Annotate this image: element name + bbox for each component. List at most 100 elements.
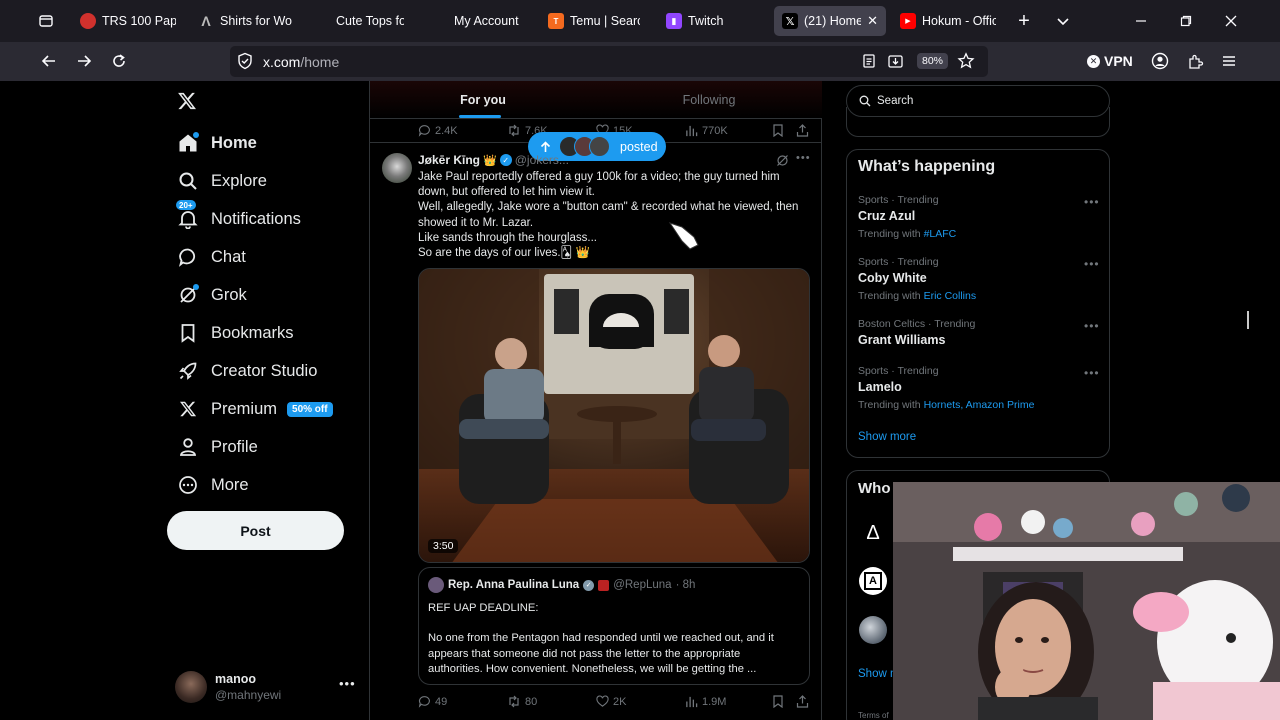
forward-arrow-icon[interactable] bbox=[73, 50, 95, 72]
trend-with-link[interactable]: Hornets, Amazon Prime bbox=[924, 399, 1035, 411]
sidebar-item-notifications[interactable]: 20+ Notifications bbox=[175, 199, 301, 234]
account-icon[interactable] bbox=[1149, 50, 1171, 72]
tab-list-icon[interactable] bbox=[35, 10, 57, 32]
vpn-button[interactable]: ✕ VPN bbox=[1087, 53, 1133, 69]
sidebar-item-bookmarks[interactable]: Bookmarks bbox=[177, 318, 294, 348]
menu-icon[interactable] bbox=[1218, 50, 1240, 72]
new-tab-icon[interactable]: + bbox=[1013, 10, 1035, 32]
trend-more-icon[interactable]: ••• bbox=[1084, 366, 1100, 380]
suggested-account-avatar[interactable] bbox=[859, 616, 887, 644]
back-arrow-icon[interactable] bbox=[38, 50, 60, 72]
trend-more-icon[interactable]: ••• bbox=[1084, 257, 1100, 271]
sidebar-item-profile[interactable]: Profile bbox=[177, 432, 258, 462]
post-author-name[interactable]: Jøkēr Kīng bbox=[418, 153, 480, 167]
views-button[interactable]: 1.9M bbox=[685, 695, 726, 708]
url-bar[interactable]: x.com/home 80% bbox=[230, 46, 988, 77]
post-text-line: So are the days of our lives.🂡 👑 bbox=[418, 247, 590, 260]
chevron-down-icon[interactable] bbox=[1052, 10, 1074, 32]
show-more-link[interactable]: Show more bbox=[858, 431, 916, 443]
whats-happening-title: What’s happening bbox=[858, 158, 996, 175]
sidebar-item-chat[interactable]: Chat bbox=[177, 242, 246, 272]
notification-count-badge: 20+ bbox=[175, 199, 197, 211]
site-info-icon[interactable] bbox=[236, 52, 254, 70]
browser-tab[interactable]: ▶ Hokum - Offici bbox=[892, 6, 1004, 36]
browser-tab-active[interactable]: 𝕏 (21) Home / ✕ bbox=[774, 6, 886, 36]
trend-with-link[interactable]: Eric Collins bbox=[924, 290, 977, 302]
restore-icon[interactable] bbox=[1175, 10, 1197, 32]
trend-item[interactable]: Sports · Trending Cruz Azul Trending wit… bbox=[858, 194, 1098, 240]
suggested-account-logo[interactable]: A bbox=[859, 567, 887, 595]
sidebar-item-label: Bookmarks bbox=[211, 323, 294, 342]
post-text-line: Jake Paul reportedly offered a guy 100k … bbox=[418, 171, 780, 183]
browser-tab[interactable]: My Account bbox=[424, 6, 530, 36]
post-more-icon[interactable]: ••• bbox=[796, 152, 811, 164]
bookmark-star-icon[interactable] bbox=[957, 52, 975, 70]
twitch-favicon: ▮ bbox=[666, 13, 682, 29]
close-tab-icon[interactable]: ✕ bbox=[867, 13, 878, 29]
post-video[interactable]: 3:50 bbox=[418, 268, 810, 563]
close-window-icon[interactable] bbox=[1220, 10, 1242, 32]
footer-terms-link[interactable]: Terms of bbox=[858, 711, 889, 720]
url-path: /home bbox=[300, 54, 340, 70]
install-icon[interactable] bbox=[887, 53, 904, 70]
quote-text-line: REF UAP DEADLINE: bbox=[428, 602, 539, 614]
trend-item[interactable]: Sports · Trending Coby White Trending wi… bbox=[858, 256, 1098, 302]
tab-label: (21) Home / bbox=[804, 14, 862, 28]
browser-tab[interactable]: Cute Tops for V bbox=[306, 6, 412, 36]
views-icon bbox=[686, 696, 698, 708]
browser-tab[interactable]: TRS 100 Paper bbox=[72, 6, 184, 36]
x-logo-icon bbox=[177, 398, 199, 420]
suggested-account-logo[interactable]: Δ bbox=[859, 519, 887, 547]
sidebar-item-home[interactable]: Home bbox=[177, 128, 257, 158]
repost-button[interactable]: 80 bbox=[507, 695, 537, 708]
browser-tab[interactable]: ▮ Twitch bbox=[658, 6, 766, 36]
quote-text-line: authorities. How convenient. Nonetheless… bbox=[428, 662, 757, 675]
arrow-up-icon bbox=[540, 140, 551, 152]
post-button[interactable]: Post bbox=[167, 511, 344, 550]
views-button[interactable]: 770K bbox=[685, 124, 728, 137]
reply-button[interactable]: 2.4K bbox=[418, 124, 458, 137]
post-avatar[interactable] bbox=[382, 153, 412, 183]
grok-post-icon[interactable] bbox=[776, 154, 789, 167]
browser-tab[interactable]: T Temu | Search bbox=[540, 6, 648, 36]
extensions-icon[interactable] bbox=[1184, 50, 1206, 72]
bookmark-icon[interactable] bbox=[772, 695, 784, 708]
sidebar-item-explore[interactable]: Explore bbox=[177, 166, 267, 196]
trend-more-icon[interactable]: ••• bbox=[1084, 195, 1100, 209]
sidebar-item-more[interactable]: More bbox=[177, 470, 249, 500]
tab-label: Hokum - Offici bbox=[922, 14, 996, 28]
quote-author-name: Rep. Anna Paulina Luna bbox=[448, 579, 580, 591]
youtube-favicon: ▶ bbox=[900, 13, 916, 29]
sidebar-item-premium[interactable]: Premium 50% off bbox=[177, 394, 333, 424]
affiliate-badge-icon bbox=[598, 579, 610, 591]
x-logo-icon[interactable] bbox=[177, 91, 197, 111]
share-icon[interactable] bbox=[796, 695, 809, 708]
sidebar-item-creator-studio[interactable]: Creator Studio bbox=[177, 356, 317, 386]
x-favicon: 𝕏 bbox=[782, 13, 798, 29]
feed-tabs: For you Following bbox=[370, 81, 822, 119]
scrollbar-thumb[interactable] bbox=[1247, 311, 1249, 329]
like-button[interactable]: 2K bbox=[596, 695, 626, 708]
reply-icon bbox=[418, 125, 430, 137]
quoted-post[interactable]: Rep. Anna Paulina Luna ✓ @RepLuna · 8h R… bbox=[418, 567, 810, 685]
trend-item[interactable]: Sports · Trending Lamelo Trending with H… bbox=[858, 365, 1098, 411]
trend-more-icon[interactable]: ••• bbox=[1084, 319, 1100, 333]
reader-view-icon[interactable] bbox=[861, 53, 877, 69]
reload-icon[interactable] bbox=[108, 50, 130, 72]
tab-following[interactable]: Following bbox=[596, 81, 822, 119]
minimize-icon[interactable] bbox=[1130, 10, 1152, 32]
more-dots-icon[interactable]: ••• bbox=[339, 676, 356, 691]
avatar bbox=[175, 671, 207, 703]
account-switcher[interactable]: manoo @mahnyewi ••• bbox=[175, 669, 360, 705]
quote-avatar bbox=[428, 577, 444, 593]
share-icon[interactable] bbox=[796, 124, 809, 137]
bookmark-icon[interactable] bbox=[772, 124, 784, 137]
tab-for-you[interactable]: For you bbox=[370, 81, 596, 119]
search-placeholder: Search bbox=[877, 95, 914, 107]
zoom-level-badge[interactable]: 80% bbox=[917, 53, 949, 69]
reply-button[interactable]: 49 bbox=[418, 695, 447, 708]
sidebar-item-grok[interactable]: Grok bbox=[177, 280, 247, 310]
trend-with-link[interactable]: #LAFC bbox=[924, 228, 957, 240]
browser-tab[interactable]: Λ Shirts for Wom bbox=[190, 6, 300, 36]
trend-item[interactable]: Boston Celtics · Trending Grant Williams bbox=[858, 318, 1098, 347]
